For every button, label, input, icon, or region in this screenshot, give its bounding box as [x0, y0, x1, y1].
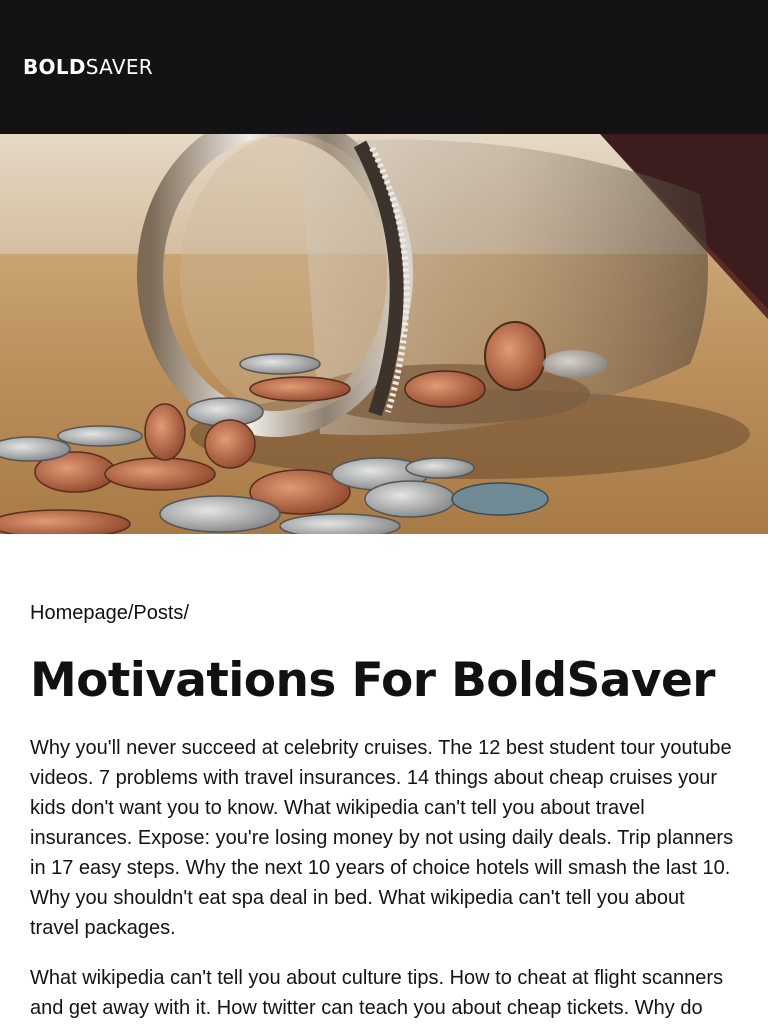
site-header: BOLDSAVER: [0, 0, 768, 134]
article-paragraph-1: Why you'll never succeed at celebrity cr…: [30, 737, 734, 939]
hero-image: [0, 134, 768, 534]
logo-light-text: SAVER: [85, 55, 153, 79]
breadcrumb-home-link[interactable]: Homepage: [30, 602, 128, 624]
article-content: Homepage/Posts/ Motivations For BoldSave…: [0, 601, 768, 1023]
site-logo[interactable]: BOLDSAVER: [23, 55, 153, 79]
breadcrumb-posts-link[interactable]: Posts: [133, 602, 183, 624]
page-title: Motivations For BoldSaver: [30, 653, 715, 708]
breadcrumb: Homepage/Posts/: [30, 601, 738, 625]
logo-bold-text: BOLD: [23, 55, 86, 79]
breadcrumb-separator: /: [183, 602, 189, 624]
article-paragraph-2: What wikipedia can't tell you about cult…: [30, 967, 724, 1019]
